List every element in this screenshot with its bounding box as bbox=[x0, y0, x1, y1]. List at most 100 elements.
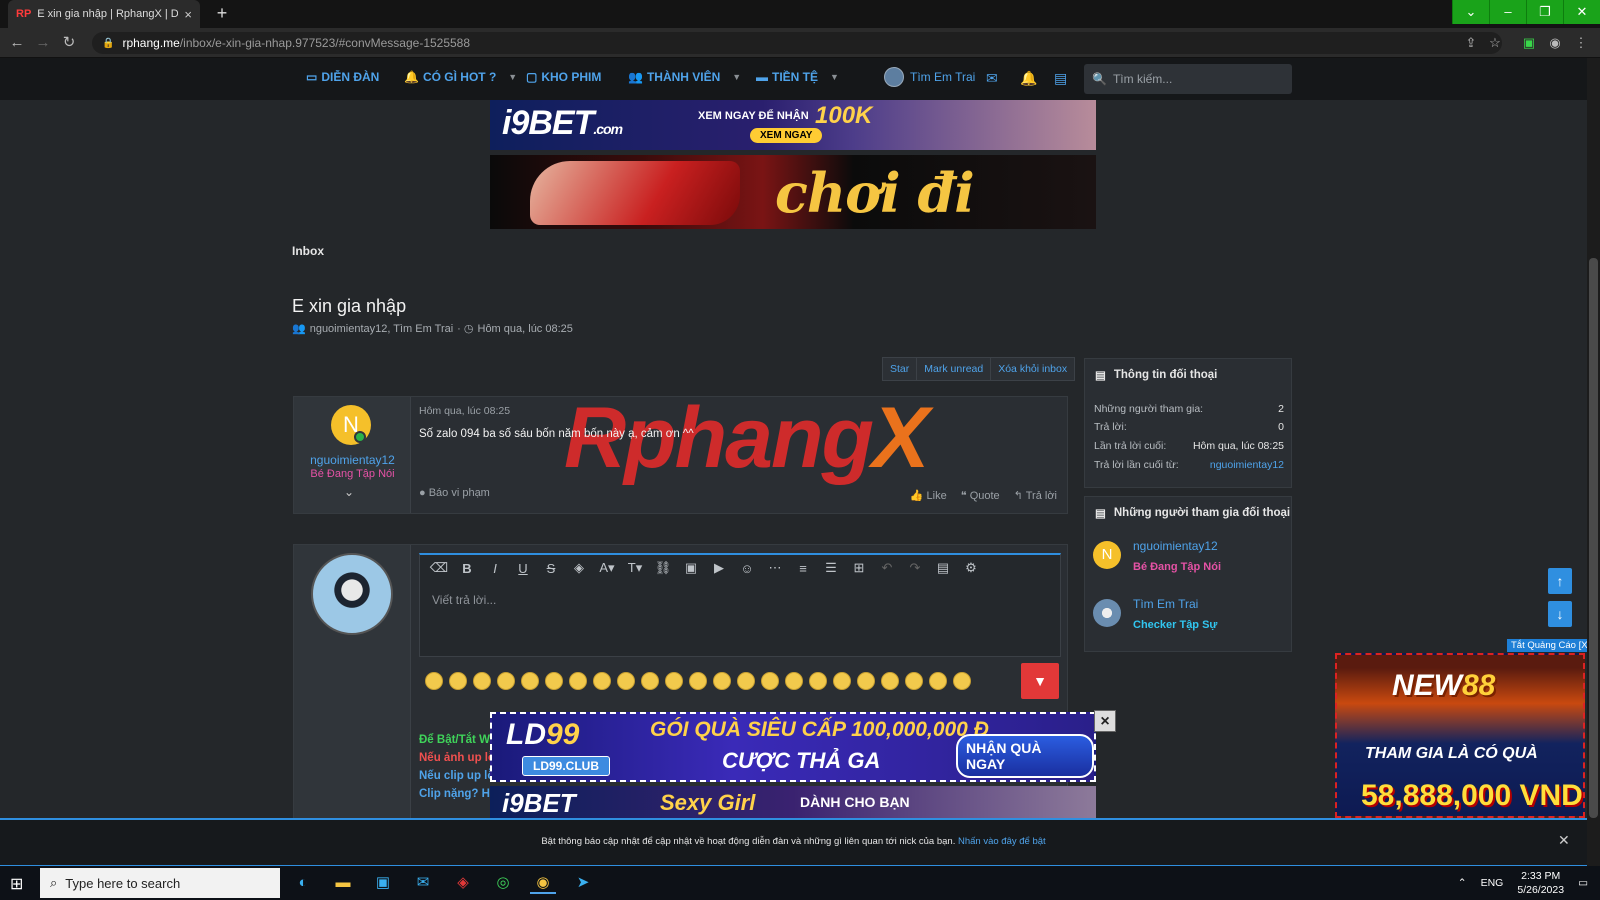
wallet-icon[interactable]: ▤ bbox=[1054, 70, 1067, 87]
caret-down-icon[interactable]: ▼ bbox=[830, 72, 839, 82]
send-chevron-button[interactable]: ▼ bbox=[1021, 663, 1059, 699]
report-link[interactable]: ● Báo vi phạm bbox=[419, 487, 490, 499]
search-input[interactable]: 🔍 Tìm kiếm... bbox=[1084, 64, 1292, 94]
emoji-icon[interactable] bbox=[473, 672, 491, 690]
emoji-icon[interactable] bbox=[641, 672, 659, 690]
mail-icon[interactable]: ✉ bbox=[410, 872, 436, 894]
caret-down-icon[interactable]: ▼ bbox=[732, 72, 741, 82]
emoji-icon[interactable] bbox=[809, 672, 827, 690]
i9bet-banner[interactable]: i9BET.com XEM NGAY ĐỂ NHẬN 100K XEM NGAY bbox=[490, 100, 1096, 150]
nav-item-dien-dan[interactable]: ▭ DIỄN ĐÀN bbox=[306, 70, 379, 84]
smiley-icon[interactable]: ☺ bbox=[736, 561, 758, 576]
message-time[interactable]: Hôm qua, lúc 08:25 bbox=[419, 405, 510, 417]
chevron-down-icon[interactable]: ⌄ bbox=[1452, 0, 1489, 24]
participant-name[interactable]: nguoimientay12 bbox=[1133, 539, 1218, 553]
like-button[interactable]: 👍 Like bbox=[910, 489, 947, 502]
quote-button[interactable]: ❝ Quote bbox=[961, 489, 1000, 502]
new88-ad[interactable]: NEW88 THAM GIA LÀ CÓ QUÀ 58,888,000 VND bbox=[1335, 653, 1585, 818]
url-bar[interactable]: 🔒 rphang.me/inbox/e-xin-gia-nhap.977523/… bbox=[92, 32, 1502, 54]
emoji-icon[interactable] bbox=[905, 672, 923, 690]
participant-name[interactable]: Tìm Em Trai bbox=[1133, 597, 1198, 611]
banner-cta[interactable]: XEM NGAY bbox=[750, 128, 823, 143]
user-menu[interactable]: Tìm Em Trai bbox=[884, 67, 975, 87]
emoji-icon[interactable] bbox=[713, 672, 731, 690]
minimize-button[interactable]: – bbox=[1489, 0, 1526, 24]
emoji-icon[interactable] bbox=[737, 672, 755, 690]
emoji-icon[interactable] bbox=[857, 672, 875, 690]
language-indicator[interactable]: ENG bbox=[1481, 877, 1504, 889]
settings-icon[interactable]: ⚙ bbox=[960, 560, 982, 576]
close-window-button[interactable]: ✕ bbox=[1563, 0, 1600, 24]
message-username[interactable]: nguoimientay12 bbox=[294, 453, 411, 467]
vertical-scrollbar[interactable] bbox=[1587, 58, 1600, 866]
taskbar-search-input[interactable]: ⌕ Type here to search bbox=[40, 868, 280, 898]
caret-down-icon[interactable]: ▼ bbox=[508, 72, 517, 82]
italic-icon[interactable]: I bbox=[484, 561, 506, 576]
emoji-icon[interactable] bbox=[761, 672, 779, 690]
scroll-up-button[interactable]: ↑ bbox=[1548, 568, 1572, 594]
profile-icon[interactable]: ◉ bbox=[1546, 34, 1564, 52]
list-icon[interactable]: ☰ bbox=[820, 560, 842, 576]
app-icon[interactable]: ◎ bbox=[490, 872, 516, 894]
drafts-icon[interactable]: ▤ bbox=[932, 560, 954, 576]
app-icon[interactable]: ◈ bbox=[450, 872, 476, 894]
enable-notification-link[interactable]: Nhấn vào đây để bật bbox=[958, 836, 1046, 847]
reply-button[interactable]: ↰ Trả lời bbox=[1014, 489, 1057, 502]
restore-button[interactable]: ❐ bbox=[1526, 0, 1563, 24]
sexy-girl-ad[interactable]: i9BET Sexy Girl DÀNH CHO BẠN bbox=[490, 786, 1096, 820]
windows-start-icon[interactable]: ⊞ bbox=[10, 874, 23, 894]
eraser-icon[interactable]: ⌫ bbox=[428, 560, 450, 576]
table-icon[interactable]: ⊞ bbox=[848, 560, 870, 576]
telegram-icon[interactable]: ➤ bbox=[570, 872, 596, 894]
emoji-icon[interactable] bbox=[953, 672, 971, 690]
underline-icon[interactable]: U bbox=[512, 561, 534, 576]
star-button[interactable]: Star bbox=[883, 358, 918, 380]
emoji-icon[interactable] bbox=[665, 672, 683, 690]
edge-icon[interactable]: ◐ bbox=[290, 872, 316, 894]
mark-unread-button[interactable]: Mark unread bbox=[917, 358, 992, 380]
forward-icon[interactable]: → bbox=[34, 34, 52, 52]
clock[interactable]: 2:33 PM 5/26/2023 bbox=[1517, 869, 1564, 897]
browser-tab[interactable]: RP E xin gia nhập | RphangX | Diễn Đ × bbox=[8, 0, 200, 28]
chrome-icon[interactable]: ◉ bbox=[530, 872, 556, 894]
store-icon[interactable]: ▣ bbox=[370, 872, 396, 894]
notification-center-icon[interactable]: ▭ bbox=[1578, 877, 1588, 889]
align-icon[interactable]: ≡ bbox=[792, 561, 814, 576]
hide-ads-button[interactable]: Tắt Quảng Cáo [X] bbox=[1507, 639, 1595, 652]
alerts-bell-icon[interactable]: 🔔 bbox=[1020, 70, 1037, 87]
emoji-icon[interactable] bbox=[785, 672, 803, 690]
color-drop-icon[interactable]: ◈ bbox=[568, 560, 590, 576]
emoji-icon[interactable] bbox=[497, 672, 515, 690]
nav-item-kho-phim[interactable]: ▢ KHO PHIM bbox=[526, 70, 601, 84]
emoji-icon[interactable] bbox=[425, 672, 443, 690]
scroll-down-button[interactable]: ↓ bbox=[1548, 601, 1572, 627]
new-tab-button[interactable]: + bbox=[212, 4, 232, 24]
choi-di-anh-banner[interactable]: chơi đi anh bbox=[490, 155, 1096, 229]
emoji-icon[interactable] bbox=[569, 672, 587, 690]
more-icon[interactable]: ⋯ bbox=[764, 560, 786, 576]
file-explorer-icon[interactable]: ▬ bbox=[330, 872, 356, 894]
emoji-icon[interactable] bbox=[881, 672, 899, 690]
mail-icon[interactable]: ✉ bbox=[986, 70, 998, 87]
emoji-icon[interactable] bbox=[545, 672, 563, 690]
menu-dots-icon[interactable]: ⋮ bbox=[1572, 34, 1590, 52]
avatar[interactable] bbox=[311, 553, 393, 635]
back-icon[interactable]: ← bbox=[8, 34, 26, 52]
ad-cta-button[interactable]: NHẬN QUÀ NGAY bbox=[956, 734, 1094, 778]
chevron-up-icon[interactable]: ⌃ bbox=[1458, 877, 1467, 889]
reply-editor[interactable]: ⌫ B I U S ◈ A▾ T▾ ⛓ ▣ ▶ ☺ ⋯ ≡ ☰ ⊞ ↶ ↷ ▤ … bbox=[419, 553, 1061, 657]
font-family-icon[interactable]: A▾ bbox=[596, 560, 618, 576]
nav-item-thanh-vien[interactable]: 👥 THÀNH VIÊN ▼ bbox=[628, 70, 741, 84]
avatar[interactable]: N bbox=[1093, 541, 1121, 569]
remove-from-inbox-button[interactable]: Xóa khỏi inbox bbox=[991, 358, 1074, 380]
scrollbar-thumb[interactable] bbox=[1589, 258, 1598, 818]
link-icon[interactable]: ⛓ bbox=[652, 560, 674, 576]
emoji-icon[interactable] bbox=[593, 672, 611, 690]
close-tab-icon[interactable]: × bbox=[184, 7, 192, 22]
strikethrough-icon[interactable]: S bbox=[540, 561, 562, 576]
sidebar-toggle-icon[interactable]: ▣ bbox=[1520, 34, 1538, 52]
bookmark-star-icon[interactable]: ☆ bbox=[1486, 34, 1504, 52]
emoji-icon[interactable] bbox=[521, 672, 539, 690]
close-ad-button[interactable]: × bbox=[1094, 710, 1116, 732]
font-size-icon[interactable]: T▾ bbox=[624, 560, 646, 576]
